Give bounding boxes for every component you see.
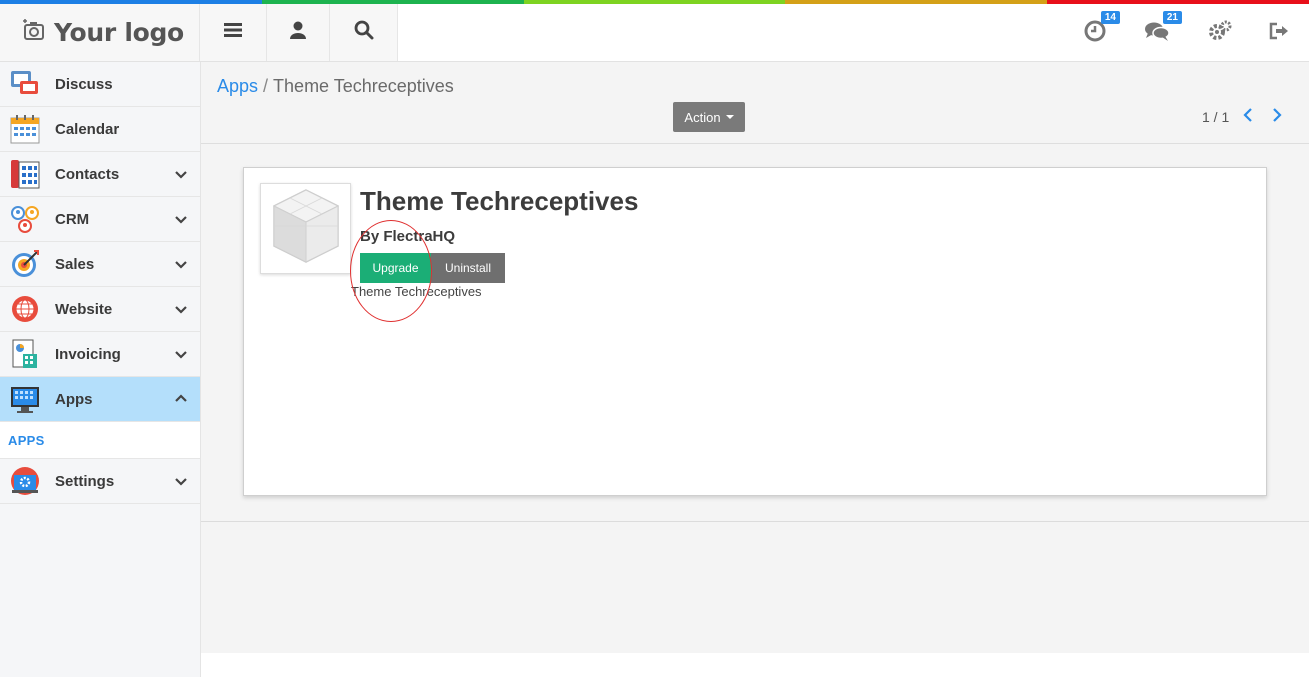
chevron-up-icon [175,392,187,410]
action-label: Action [684,109,721,125]
chevron-down-icon [175,347,187,365]
breadcrumb-link-apps[interactable]: Apps [217,76,258,96]
top-header: Your logo 14 21 [0,4,1309,62]
pager-previous-button[interactable] [1242,107,1254,128]
sidebar-item-label: Calendar [55,120,120,138]
user-icon [290,21,306,44]
sidebar-item-label: CRM [55,210,90,228]
messages-button[interactable]: 21 [1140,11,1182,50]
logout-icon [1269,22,1289,45]
logout-button[interactable] [1262,16,1296,50]
app-form-sheet: Theme Techreceptives By FlectraHQ Upgrad… [243,167,1267,496]
website-icon [10,294,40,324]
activity-badge: 14 [1100,11,1120,24]
caret-down-icon [725,115,734,119]
sidebar-item-discuss[interactable]: Discuss [0,62,200,107]
app-image [260,183,351,274]
chevron-down-icon [175,212,187,230]
camera-icon [22,19,46,46]
discuss-icon [10,69,40,99]
sidebar-item-label: Discuss [55,75,113,93]
sidebar-item-label: Website [55,300,113,318]
menu-icon [224,22,242,43]
search-icon [354,20,374,45]
chevron-down-icon [175,302,187,320]
control-panel: Apps / Theme Techreceptives Action 1 / 1 [201,62,1309,144]
breadcrumb: Apps / Theme Techreceptives [217,76,454,97]
sidebar-item-crm[interactable]: CRM [0,197,200,242]
chevron-left-icon [1242,108,1254,127]
breadcrumb-current: Theme Techreceptives [273,76,454,96]
breadcrumb-separator: / [263,76,269,96]
activity-button[interactable]: 14 [1078,11,1120,50]
sidebar-item-label: Invoicing [55,345,121,363]
search-button[interactable] [330,4,398,61]
sidebar-item-contacts[interactable]: Contacts [0,152,200,197]
contacts-icon [10,159,40,189]
uninstall-button[interactable]: Uninstall [431,253,505,283]
action-dropdown-button[interactable]: Action [673,102,745,132]
chevron-right-icon [1271,108,1283,127]
crm-icon [10,204,40,234]
content-divider [201,521,1309,522]
pager-next-button[interactable] [1271,107,1283,128]
sidebar-item-settings[interactable]: Settings [0,459,200,504]
highlight-annotation-circle [350,220,432,322]
chevron-down-icon [175,257,187,275]
sidebar-item-label: Apps [55,390,93,408]
user-button[interactable] [267,4,330,61]
package-cube-icon [270,186,342,271]
sales-icon [10,249,40,279]
sidebar-item-apps[interactable]: Apps [0,377,200,422]
logo[interactable]: Your logo [0,4,200,61]
sidebar-item-label: Contacts [55,165,120,183]
sidebar-item-calendar[interactable]: Calendar [0,107,200,152]
gears-icon [1208,20,1232,47]
chevron-down-icon [175,167,187,185]
apps-icon [10,384,40,414]
chevron-down-icon [175,474,187,492]
sidebar-subitem-apps[interactable]: APPS [0,422,200,459]
settings-gears-button[interactable] [1203,16,1237,50]
logo-text: Your logo [54,18,184,47]
settings-icon [10,466,40,496]
menu-toggle-button[interactable] [200,4,267,61]
messages-badge: 21 [1162,11,1182,24]
sidebar: Discuss Calendar Contacts CRM Sales Webs… [0,62,201,677]
sidebar-item-label: Settings [55,472,115,490]
sidebar-item-website[interactable]: Website [0,287,200,332]
pager-value: 1 / 1 [1202,109,1230,125]
invoicing-icon [10,339,40,369]
sidebar-item-invoicing[interactable]: Invoicing [0,332,200,377]
app-title: Theme Techreceptives [360,186,639,216]
sidebar-item-sales[interactable]: Sales [0,242,200,287]
calendar-icon [10,114,40,144]
sidebar-item-label: Sales [55,255,95,273]
